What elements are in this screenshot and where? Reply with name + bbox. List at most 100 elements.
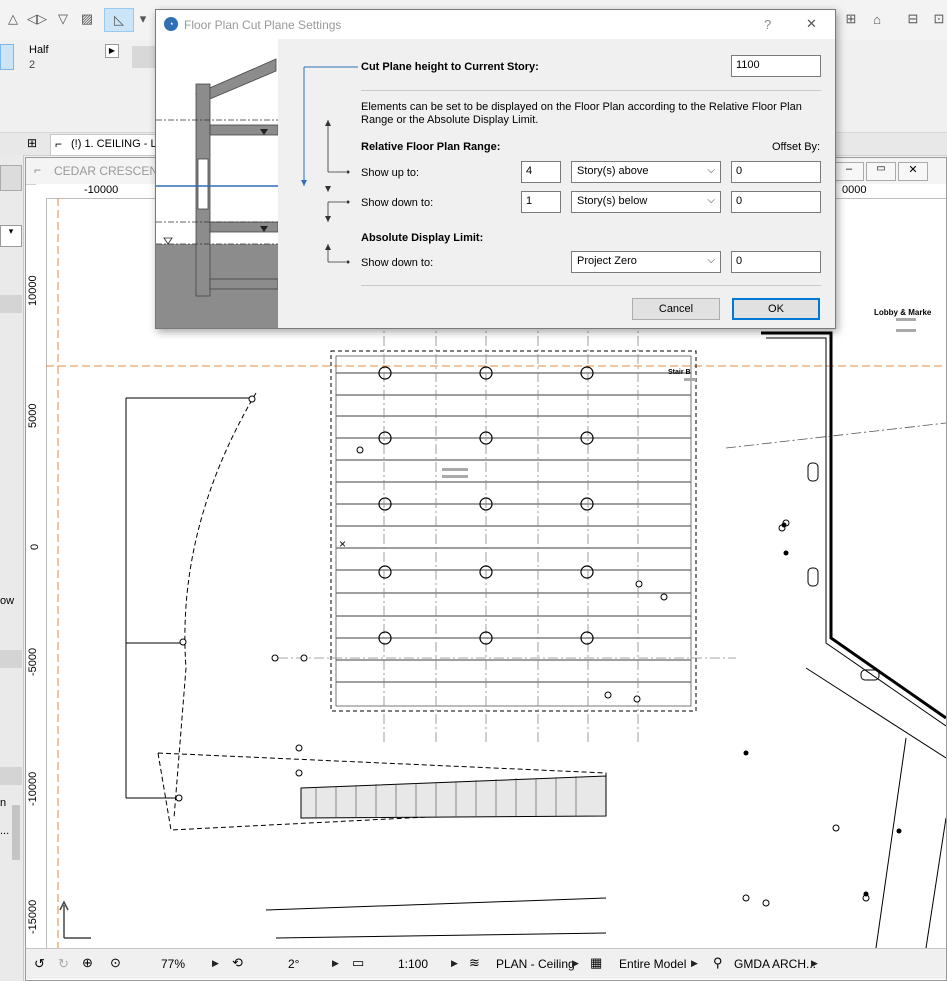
info-button[interactable] [132, 46, 156, 68]
expand-arrow-icon[interactable]: ▶ [105, 44, 119, 58]
chevron-down-icon: ⌵ [707, 195, 715, 206]
svg-text:×: × [339, 537, 346, 551]
ruler-tick: -15000 [27, 899, 39, 934]
left-separator-2 [0, 650, 22, 668]
show-up-count-input[interactable]: 4 [521, 161, 561, 183]
left-cut-text-3: ... [0, 825, 10, 837]
help-button[interactable]: ? [764, 17, 771, 32]
absolute-limit-heading: Absolute Display Limit: [361, 232, 484, 244]
plan-status-bar: ↺ ↻ ⊕ ⊙ 77% ▶ ⟲ 2° ▶ ▭ 1:100 ▶ ≋ PLAN - … [26, 948, 946, 979]
scale-arrow-icon[interactable]: ▶ [451, 958, 458, 969]
rotate-icon[interactable]: ⟲ [232, 955, 243, 971]
ruler-tick: -10000 [27, 771, 39, 806]
left-cut-text-2: n [0, 797, 7, 809]
left-panel: ▾ ow n ... [0, 155, 24, 981]
undo-icon[interactable]: ↺ [34, 956, 45, 972]
palette-button[interactable] [0, 165, 22, 191]
ruler-tick: 10000 [27, 275, 39, 306]
dimension-leaders [301, 66, 358, 264]
angle-arrow-icon[interactable]: ▶ [332, 958, 339, 969]
left-dropdown[interactable]: ▾ [0, 225, 22, 247]
ruler-tick: 0 [29, 543, 41, 550]
show-down-select[interactable]: Story(s) below ⌵ [571, 191, 721, 213]
home-icon[interactable]: ⌂ [866, 8, 888, 30]
cut-plane-input[interactable]: 1100 [731, 55, 821, 77]
pen-set-arrow-icon[interactable]: ▶ [811, 958, 818, 969]
zoom-fit-icon[interactable]: ⊙ [110, 955, 121, 971]
info-selector[interactable] [0, 44, 14, 70]
abs-limit-option: Project Zero [577, 255, 637, 267]
show-down-label: Show down to: [361, 197, 434, 209]
dialog-close-button[interactable]: ✕ [806, 16, 817, 32]
cut-plane-dialog: ◔ Floor Plan Cut Plane Settings ? ✕ Cut … [155, 9, 836, 329]
show-up-select[interactable]: Story(s) above ⌵ [571, 161, 721, 183]
show-down-option: Story(s) below [577, 195, 648, 207]
chevron-down-icon: ⌵ [707, 165, 715, 176]
dropdown-arrow-icon[interactable]: ▾ [132, 8, 154, 30]
pen-set-value[interactable]: GMDA ARCH... [734, 957, 816, 971]
relative-range-heading: Relative Floor Plan Range: [361, 141, 501, 153]
ruler-tick: -5000 [27, 647, 39, 676]
tab-ceiling-label: (!) 1. CEILING - LE [71, 138, 164, 150]
zoom-arrow-icon[interactable]: ▶ [212, 958, 219, 969]
triangle-up-icon[interactable]: △ [2, 8, 24, 30]
show-up-label: Show up to: [361, 167, 420, 179]
angle-value[interactable]: 2° [288, 957, 299, 971]
scale-icon[interactable]: ▭ [352, 955, 364, 971]
ruler-tick: -10000 [84, 184, 119, 196]
show-up-option: Story(s) above [577, 165, 649, 177]
floor-plan-icon: ⌐ [55, 137, 63, 151]
show-up-offset-input[interactable]: 0 [731, 161, 821, 183]
minimize-button[interactable]: – [834, 162, 864, 181]
model-arrow-icon[interactable]: ▶ [691, 958, 698, 969]
section-diagram [156, 58, 279, 328]
room-label-lobby: Lobby & Marke [874, 308, 932, 317]
tab-ceiling[interactable]: ⌐ (!) 1. CEILING - LE [50, 134, 172, 156]
vertical-ruler: 10000 5000 0 -5000 -10000 -15000 [26, 198, 47, 948]
abs-limit-select[interactable]: Project Zero ⌵ [571, 251, 721, 273]
triangle-down-icon[interactable]: ▽ [52, 8, 74, 30]
abs-show-down-label: Show down to: [361, 257, 434, 269]
dialog-title-bar: ◔ Floor Plan Cut Plane Settings ? ✕ [156, 10, 835, 39]
offset-heading: Offset By: [772, 141, 821, 153]
room-label-stair: Stair B [668, 369, 691, 376]
floor-plan-icon: ⌐ [34, 163, 42, 177]
divider [361, 285, 821, 286]
cancel-button[interactable]: Cancel [632, 298, 720, 320]
cabinet-icon[interactable]: ⊟ [902, 8, 924, 30]
left-separator-3 [0, 767, 22, 785]
triangle-pair-icon[interactable]: ◁▷ [26, 8, 48, 30]
angle-tool-icon[interactable]: ◺ [104, 8, 134, 32]
model-icon[interactable]: ▦ [590, 955, 602, 971]
dialog-title: Floor Plan Cut Plane Settings [184, 18, 342, 32]
left-cut-text-1: ow [0, 595, 15, 607]
half-label: Half [29, 44, 49, 56]
divider [361, 90, 821, 91]
show-down-count-input[interactable]: 1 [521, 191, 561, 213]
close-button[interactable]: ✕ [898, 162, 928, 181]
plan-title: CEDAR CRESCENT [54, 164, 166, 178]
hatch-icon[interactable]: ▨ [76, 8, 98, 30]
ruler-tick: 5000 [27, 403, 39, 428]
abs-offset-input[interactable]: 0 [731, 251, 821, 273]
left-scrollbar[interactable] [12, 805, 20, 860]
description-text: Elements can be set to be displayed on t… [361, 101, 802, 126]
window-icon[interactable]: ⊡ [928, 8, 947, 30]
scale-value[interactable]: 1:100 [398, 957, 428, 971]
grid-view-icon[interactable]: ⊞ [27, 136, 37, 150]
pen-icon[interactable]: ⚲ [713, 955, 723, 971]
layer-icon[interactable]: ⊞ [840, 8, 862, 30]
model-value[interactable]: Entire Model [619, 957, 686, 971]
zoom-in-icon[interactable]: ⊕ [82, 955, 93, 971]
view-value[interactable]: PLAN - Ceiling [496, 957, 575, 971]
view-arrow-icon[interactable]: ▶ [572, 958, 579, 969]
show-down-offset-input[interactable]: 0 [731, 191, 821, 213]
ok-button[interactable]: OK [732, 298, 820, 320]
maximize-button[interactable]: ▭ [866, 162, 896, 181]
cut-plane-label: Cut Plane height to Current Story: [361, 61, 539, 73]
chevron-down-icon: ⌵ [707, 255, 715, 266]
section-illustration [156, 39, 279, 328]
layers-icon[interactable]: ≋ [469, 955, 480, 971]
redo-icon[interactable]: ↻ [58, 956, 69, 972]
zoom-value[interactable]: 77% [161, 957, 185, 971]
